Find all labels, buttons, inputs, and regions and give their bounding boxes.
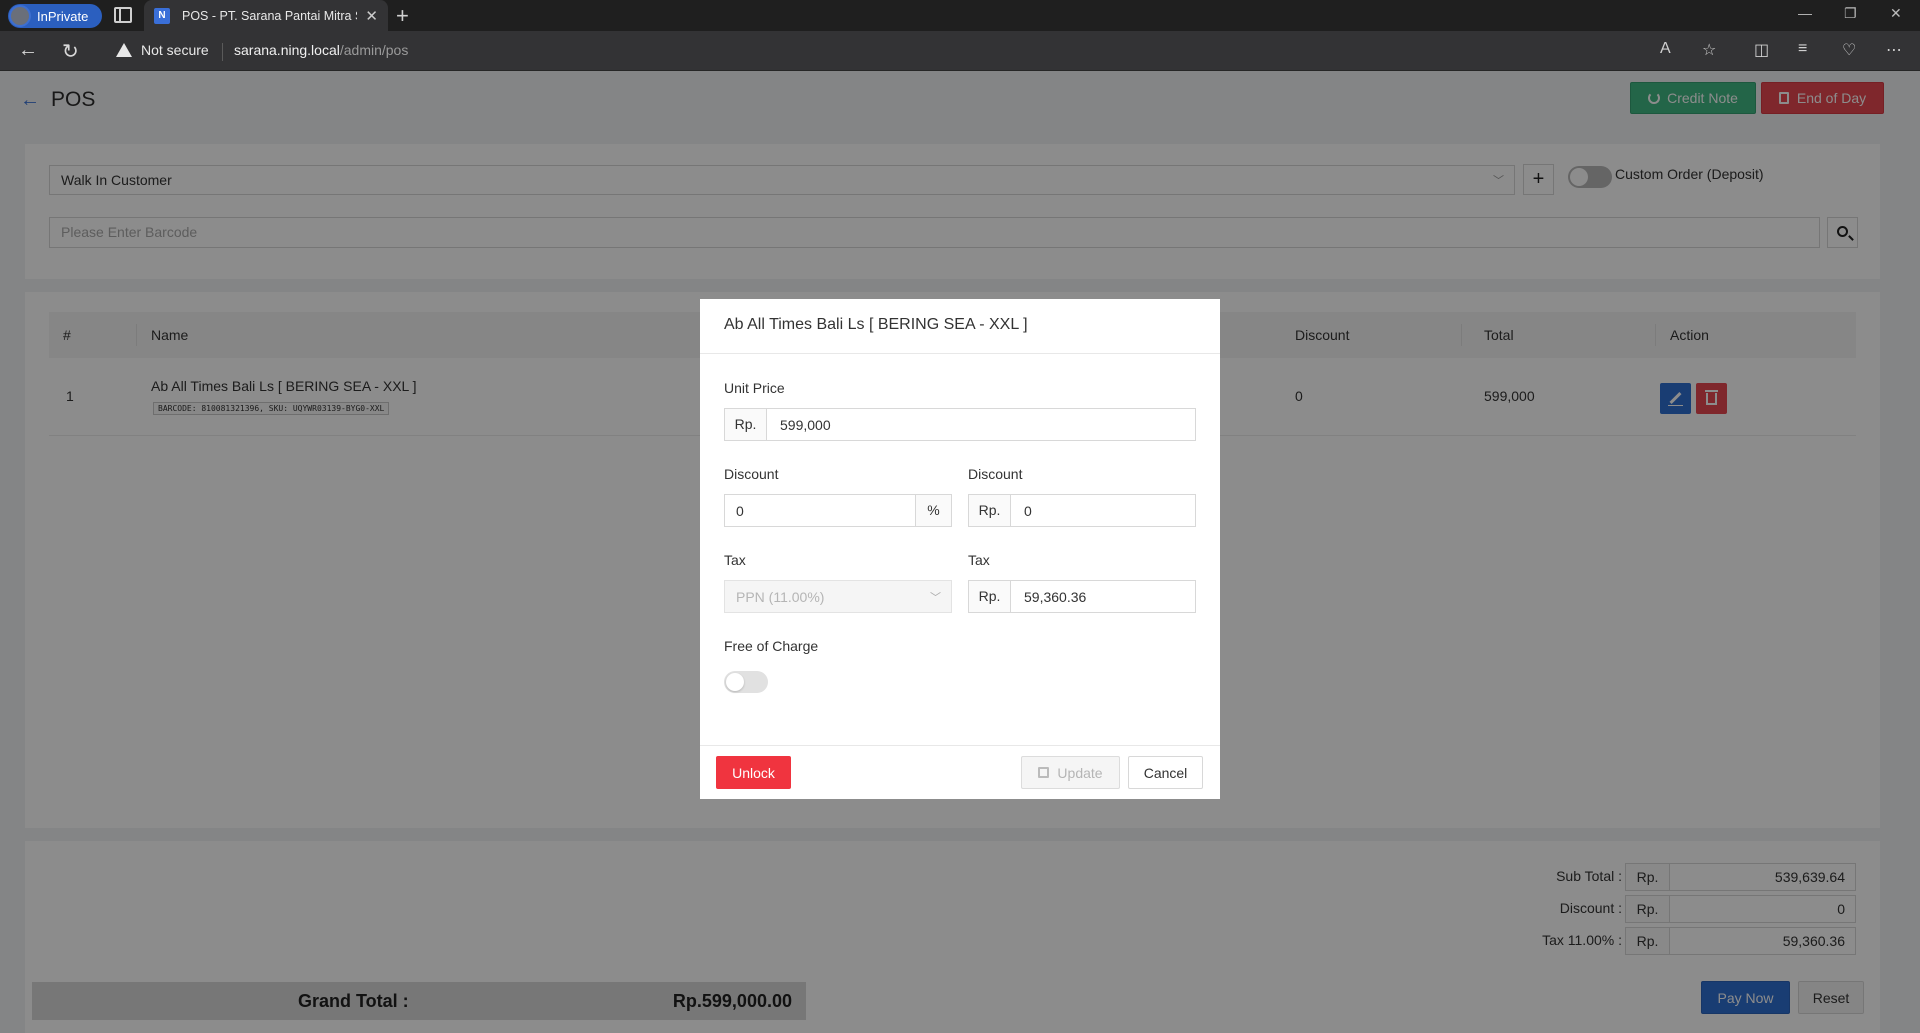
url-path: /admin/pos [339, 42, 409, 58]
address-bar: ← ↻ Not secure sarana.ning.local/admin/p… [0, 31, 1920, 71]
edit-item-modal: Ab All Times Bali Ls [ BERING SEA - XXL … [700, 299, 1220, 799]
discount-amount-value: 0 [1024, 503, 1032, 519]
tax-amount-label: Tax [968, 552, 990, 568]
update-label: Update [1057, 764, 1103, 781]
free-of-charge-label: Free of Charge [724, 638, 819, 654]
unit-price-label: Unit Price [724, 380, 785, 396]
discount-amount-field[interactable]: Rp. 0 [968, 494, 1196, 527]
modal-footer-divider [700, 745, 1220, 746]
tax-select: PPN (11.00%) ﹀ [724, 580, 952, 613]
browser-tab[interactable]: N POS - PT. Sarana Pantai Mitra Se ✕ [144, 0, 388, 31]
minimize-icon[interactable]: — [1798, 5, 1812, 21]
tab-close-icon[interactable]: ✕ [365, 7, 378, 25]
discount-percent-label: Discount [724, 466, 779, 482]
restore-icon[interactable]: ❐ [1844, 5, 1857, 22]
tax-amount-field[interactable]: Rp. 59,360.36 [968, 580, 1196, 613]
tax-amount-value: 59,360.36 [1024, 589, 1087, 605]
modal-title: Ab All Times Bali Ls [ BERING SEA - XXL … [724, 316, 1028, 333]
back-icon[interactable]: ← [18, 39, 38, 62]
more-options-icon[interactable]: ⋯ [1886, 40, 1902, 60]
refresh-icon[interactable]: ↻ [62, 39, 79, 64]
window-close-icon[interactable]: ✕ [1890, 5, 1902, 22]
chevron-down-icon: ﹀ [930, 592, 941, 604]
update-button[interactable]: Update [1021, 756, 1120, 789]
address-divider [222, 43, 223, 61]
discount-percent-value: 0 [736, 503, 744, 519]
tax-select-value: PPN (11.00%) [736, 589, 825, 605]
unit-price-currency: Rp. [725, 409, 767, 440]
save-icon [1038, 767, 1050, 778]
unit-price-field[interactable]: Rp. 599,000 [724, 408, 1196, 441]
discount-amount-currency: Rp. [969, 495, 1011, 526]
favorites-icon[interactable]: ≡ [1798, 40, 1807, 58]
modal-header-divider [700, 353, 1220, 354]
unit-price-value: 599,000 [780, 417, 831, 433]
cancel-button[interactable]: Cancel [1128, 756, 1203, 789]
tab-actions-icon[interactable] [114, 7, 132, 23]
unlock-button[interactable]: Unlock [716, 756, 791, 789]
split-screen-icon[interactable]: ◫ [1754, 40, 1769, 60]
security-indicator[interactable]: Not secure [116, 42, 209, 58]
read-aloud-icon[interactable]: A [1660, 40, 1671, 58]
tax-select-label: Tax [724, 552, 746, 568]
url-host: sarana.ning.local [234, 42, 340, 58]
not-secure-label: Not secure [141, 42, 209, 58]
tab-title: POS - PT. Sarana Pantai Mitra Se [182, 8, 358, 23]
new-tab-icon[interactable]: + [396, 3, 409, 29]
discount-amount-label: Discount [968, 466, 1023, 482]
url-field[interactable]: sarana.ning.local/admin/pos [234, 42, 408, 58]
inprivate-badge[interactable]: InPrivate [8, 4, 102, 28]
percent-symbol: % [915, 495, 951, 526]
warning-icon [116, 43, 132, 57]
browser-essentials-icon[interactable]: ♡ [1842, 40, 1856, 60]
inprivate-label: InPrivate [37, 8, 89, 24]
favorite-star-icon[interactable]: ☆ [1702, 40, 1716, 60]
discount-percent-field[interactable]: 0 % [724, 494, 952, 527]
profile-avatar [9, 5, 31, 27]
browser-tab-bar: InPrivate N POS - PT. Sarana Pantai Mitr… [0, 0, 1920, 31]
site-favicon-icon: N [154, 7, 170, 24]
free-of-charge-toggle[interactable] [724, 671, 768, 693]
tax-amount-currency: Rp. [969, 581, 1011, 612]
